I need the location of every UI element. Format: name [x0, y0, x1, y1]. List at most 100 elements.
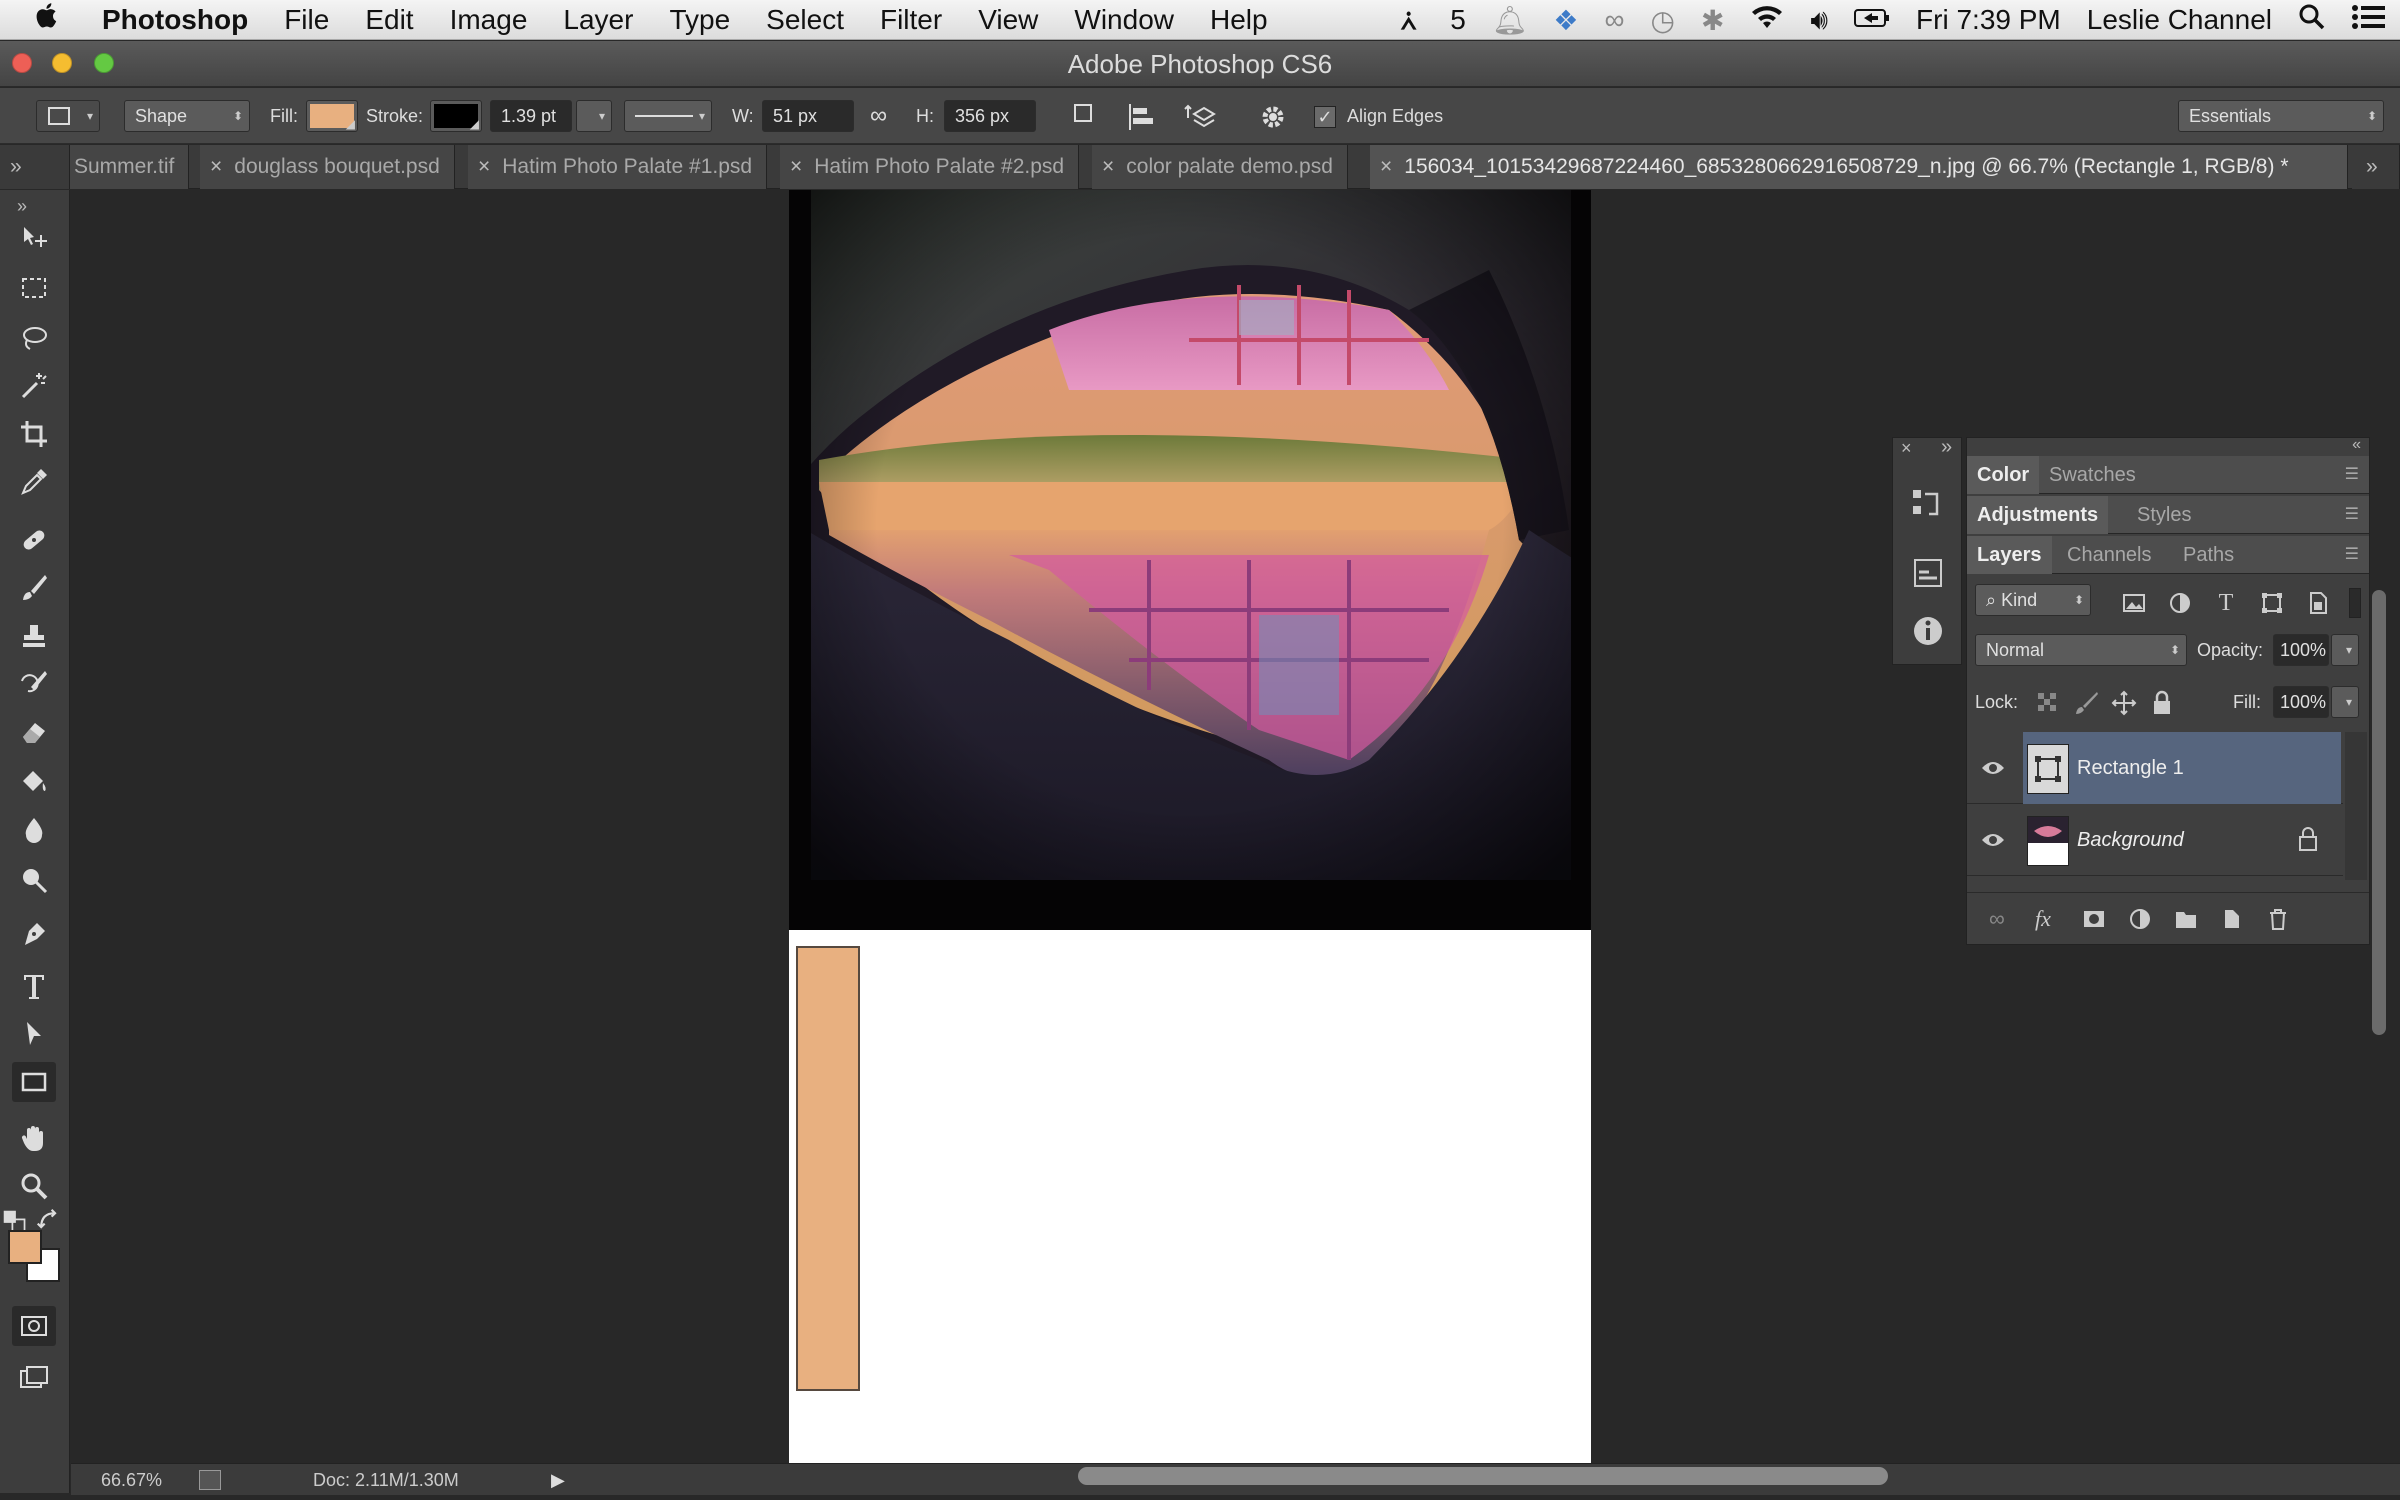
- vertical-scrollbar-thumb[interactable]: [2372, 590, 2386, 1035]
- document-canvas-white[interactable]: [789, 930, 1591, 1463]
- healing-brush-tool-icon[interactable]: [12, 520, 56, 560]
- blur-tool-icon[interactable]: [12, 810, 56, 850]
- tools-panel-collapse-icon[interactable]: »: [0, 196, 44, 216]
- visibility-eye-icon[interactable]: [1981, 828, 2005, 852]
- gear-icon[interactable]: [1258, 100, 1288, 142]
- tab-color-palate-demo[interactable]: × color palate demo.psd: [1092, 145, 1348, 189]
- app-menu[interactable]: Photoshop: [78, 0, 266, 40]
- filter-smart-objects-icon[interactable]: [2305, 590, 2331, 616]
- opacity-slider-toggle[interactable]: ▾: [2331, 634, 2359, 666]
- filter-type-layers-icon[interactable]: T: [2213, 590, 2239, 616]
- status-menu-arrow-icon[interactable]: ▶: [551, 1464, 565, 1496]
- tab-active-document[interactable]: × 156034_10153429687224460_68532806629165…: [1370, 145, 2348, 189]
- menu-type[interactable]: Type: [651, 0, 748, 40]
- new-adjustment-layer-icon[interactable]: [2127, 906, 2153, 932]
- clone-stamp-tool-icon[interactable]: [12, 616, 56, 656]
- type-tool-icon[interactable]: [12, 966, 56, 1006]
- close-tab-icon[interactable]: ×: [790, 155, 802, 178]
- user-name[interactable]: Leslie Channel: [2087, 4, 2272, 36]
- new-layer-icon[interactable]: [2219, 906, 2245, 932]
- path-alignment-icon[interactable]: [1126, 100, 1156, 142]
- close-tab-icon[interactable]: ×: [1102, 155, 1114, 178]
- apple-menu-icon[interactable]: [0, 0, 78, 40]
- stroke-type-select[interactable]: ▾: [624, 100, 712, 132]
- info-icon[interactable]: [1911, 614, 1945, 653]
- layers-scrollbar[interactable]: [2345, 732, 2367, 880]
- tab-swatches[interactable]: Swatches: [2039, 456, 2146, 494]
- time-machine-icon[interactable]: ◷: [1651, 4, 1675, 37]
- zoom-tool-icon[interactable]: [12, 1166, 56, 1206]
- brush-tool-icon[interactable]: [12, 568, 56, 608]
- menu-filter[interactable]: Filter: [862, 0, 960, 40]
- width-input[interactable]: 51 px: [762, 100, 854, 132]
- menu-edit[interactable]: Edit: [347, 0, 431, 40]
- link-dimensions-icon[interactable]: ∞: [870, 100, 887, 132]
- tab-overflow-icon[interactable]: »: [2352, 145, 2400, 189]
- paint-bucket-tool-icon[interactable]: [12, 762, 56, 802]
- clock[interactable]: Fri 7:39 PM: [1916, 4, 2061, 36]
- bluetooth-icon[interactable]: ✱: [1701, 4, 1724, 37]
- tab-paths[interactable]: Paths: [2173, 536, 2244, 574]
- pen-tool-icon[interactable]: [12, 914, 56, 954]
- menu-view[interactable]: View: [960, 0, 1056, 40]
- tab-channels[interactable]: Channels: [2057, 536, 2162, 574]
- magic-wand-tool-icon[interactable]: [12, 366, 56, 406]
- stroke-color-swatch[interactable]: ◢: [430, 100, 482, 132]
- fill-color-swatch[interactable]: ◢: [306, 100, 358, 132]
- dodge-tool-icon[interactable]: [12, 860, 56, 900]
- creative-cloud-icon[interactable]: ∞: [1605, 4, 1625, 36]
- panel-menu-icon[interactable]: ☰: [2335, 456, 2369, 494]
- menu-help[interactable]: Help: [1192, 0, 1286, 40]
- panel-collapse-icon[interactable]: »: [0, 145, 70, 189]
- fill-slider-toggle[interactable]: ▾: [2331, 686, 2359, 718]
- layer-name[interactable]: Background: [2077, 804, 2184, 876]
- path-selection-tool-icon[interactable]: [12, 1014, 56, 1054]
- path-arrangement-icon[interactable]: [1184, 100, 1218, 142]
- lock-transparent-pixels-icon[interactable]: [2035, 690, 2061, 716]
- tool-mode-select[interactable]: Shape ⬍: [124, 100, 250, 132]
- adobe-status-icon[interactable]: ⩑ 5: [1401, 4, 1466, 37]
- close-tab-icon[interactable]: ×: [1380, 155, 1392, 178]
- lock-all-icon[interactable]: [2149, 690, 2175, 716]
- foreground-color-swatch[interactable]: [8, 1230, 42, 1264]
- close-dock-icon[interactable]: ×: [1901, 438, 1912, 459]
- panel-menu-icon[interactable]: ☰: [2335, 536, 2369, 574]
- menu-select[interactable]: Select: [748, 0, 862, 40]
- new-group-folder-icon[interactable]: [2173, 906, 2199, 932]
- spotlight-search-icon[interactable]: [2298, 3, 2326, 38]
- menu-window[interactable]: Window: [1056, 0, 1192, 40]
- filter-shape-layers-icon[interactable]: [2259, 590, 2285, 616]
- tab-summer[interactable]: Summer.tif: [70, 145, 190, 189]
- lasso-tool-icon[interactable]: [12, 318, 56, 358]
- path-operations-icon[interactable]: [1072, 100, 1098, 140]
- dropbox-icon[interactable]: ❖: [1553, 4, 1578, 37]
- tool-preset-picker[interactable]: ▾: [36, 100, 100, 132]
- eyedropper-tool-icon[interactable]: [12, 462, 56, 502]
- notification-center-icon[interactable]: [2352, 4, 2386, 37]
- close-tab-icon[interactable]: ×: [210, 155, 222, 178]
- layer-row-rectangle-1[interactable]: Rectangle 1: [1967, 732, 2343, 804]
- fx-layer-style-icon[interactable]: fx: [2035, 906, 2061, 932]
- zoom-level[interactable]: 66.67%: [101, 1464, 162, 1496]
- history-brush-tool-icon[interactable]: [12, 664, 56, 704]
- tab-layers[interactable]: Layers: [1967, 536, 2052, 574]
- notification-bell-icon[interactable]: 🔔︎: [1492, 4, 1528, 37]
- battery-icon[interactable]: [1854, 4, 1890, 36]
- stroke-width-dropdown[interactable]: ▾: [576, 100, 612, 132]
- screen-mode-icon[interactable]: [12, 1358, 56, 1398]
- opacity-input[interactable]: 100%: [2273, 634, 2329, 666]
- tab-hatim-palate-1[interactable]: × Hatim Photo Palate #1.psd: [468, 145, 768, 189]
- export-preview-icon[interactable]: [199, 1470, 221, 1490]
- horizontal-scrollbar-thumb[interactable]: [1078, 1467, 1888, 1485]
- tab-color[interactable]: Color: [1967, 456, 2040, 494]
- lock-image-pixels-icon[interactable]: [2073, 690, 2099, 716]
- wifi-icon[interactable]: [1750, 4, 1784, 37]
- tab-hatim-palate-2[interactable]: × Hatim Photo Palate #2.psd: [780, 145, 1080, 189]
- lock-position-icon[interactable]: [2111, 690, 2137, 716]
- tab-douglass-bouquet[interactable]: × douglass bouquet.psd: [200, 145, 455, 189]
- rectangle-tool-icon[interactable]: [12, 1062, 56, 1102]
- menu-file[interactable]: File: [266, 0, 347, 40]
- quick-mask-icon[interactable]: [12, 1306, 56, 1346]
- menu-image[interactable]: Image: [432, 0, 546, 40]
- blend-mode-select[interactable]: Normal ⬍: [1975, 634, 2187, 666]
